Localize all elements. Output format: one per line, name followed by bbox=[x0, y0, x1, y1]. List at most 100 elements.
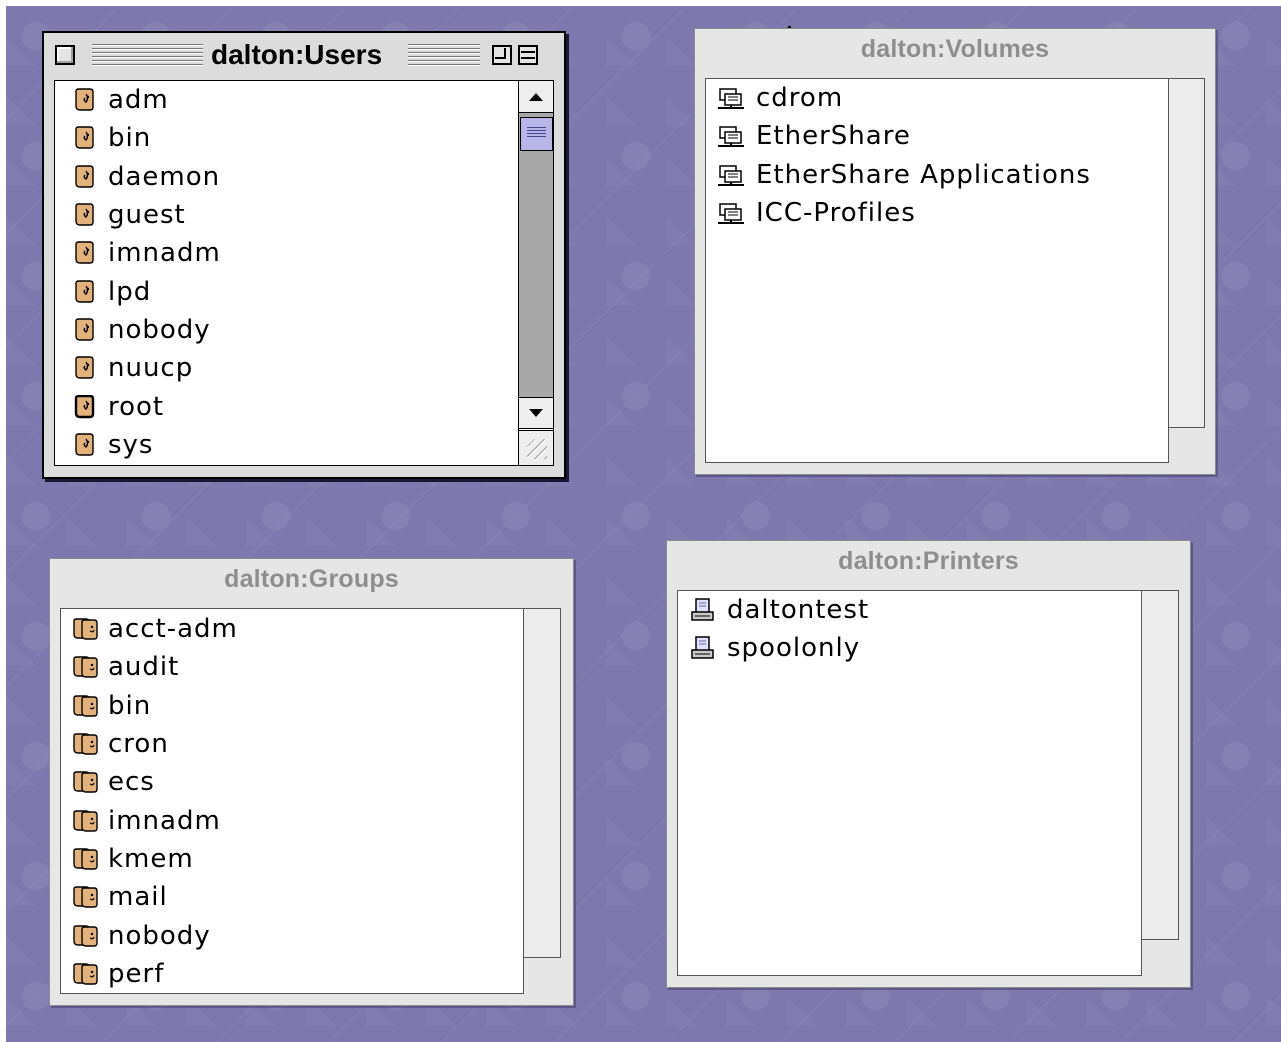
group-icon bbox=[72, 885, 100, 909]
user-icon bbox=[73, 318, 95, 342]
groups-window[interactable]: dalton:Groups acct-adm audit bin cron ecs imn… bbox=[49, 558, 574, 1006]
users-scrollbar[interactable] bbox=[518, 81, 553, 465]
list-item[interactable]: EtherShare bbox=[706, 117, 1168, 155]
list-item[interactable]: cdrom bbox=[706, 79, 1168, 117]
list-item[interactable]: bin bbox=[61, 687, 523, 725]
scroll-up-button[interactable] bbox=[519, 81, 553, 113]
list-item-label: kmem bbox=[108, 843, 194, 874]
network-volume-icon bbox=[716, 162, 746, 188]
list-item[interactable]: lpd bbox=[55, 272, 518, 310]
list-item[interactable]: daltontest bbox=[678, 591, 1141, 629]
list-item-label: nuucp bbox=[108, 353, 194, 384]
zoom-box[interactable] bbox=[492, 45, 512, 65]
list-item[interactable]: adm bbox=[55, 81, 518, 119]
printer-icon bbox=[690, 597, 716, 623]
volumes-list: cdrom EtherShare EtherShare Applications IC… bbox=[705, 78, 1169, 463]
group-icon bbox=[72, 617, 100, 641]
list-item[interactable]: bin bbox=[55, 119, 518, 157]
scroll-thumb[interactable] bbox=[520, 117, 553, 151]
user-icon bbox=[73, 356, 95, 380]
list-item[interactable]: imnadm bbox=[55, 234, 518, 272]
list-item[interactable]: ecs bbox=[61, 763, 523, 801]
group-icon bbox=[72, 732, 100, 756]
group-icon bbox=[72, 770, 100, 794]
group-icon bbox=[72, 924, 100, 948]
list-item-label: daemon bbox=[108, 161, 221, 192]
users-list: adm bin daemon guest imnadm lpd nobody nuucp roo… bbox=[54, 80, 554, 466]
list-item[interactable]: sys bbox=[55, 426, 518, 464]
list-item-label: bin bbox=[108, 690, 152, 721]
list-item-label: audit bbox=[108, 652, 180, 683]
user-icon bbox=[73, 241, 95, 265]
list-item-label: sys bbox=[108, 429, 154, 460]
groups-list: acct-adm audit bin cron ecs imnadm kmem mail nob… bbox=[60, 608, 524, 994]
network-volume-icon bbox=[716, 123, 746, 149]
window-title: dalton:Users bbox=[203, 39, 391, 71]
close-box[interactable] bbox=[55, 45, 75, 65]
user-icon bbox=[73, 126, 95, 150]
user-icon bbox=[73, 88, 95, 112]
user-icon bbox=[73, 279, 95, 304]
printers-titlebar[interactable]: dalton:Printers bbox=[667, 541, 1190, 581]
list-item[interactable]: kmem bbox=[61, 840, 523, 878]
window-title: dalton:Groups bbox=[224, 564, 399, 593]
list-item[interactable]: root bbox=[55, 387, 518, 425]
volumes-titlebar[interactable]: dalton:Volumes bbox=[695, 29, 1215, 69]
list-item-label: acct-adm bbox=[108, 614, 238, 645]
list-item[interactable]: guest bbox=[55, 196, 518, 234]
list-item-label: EtherShare bbox=[756, 121, 911, 152]
list-item[interactable]: imnadm bbox=[61, 801, 523, 839]
list-item-label: EtherShare Applications bbox=[756, 159, 1091, 190]
user-icon bbox=[73, 433, 95, 457]
desktop: dalton:Users adm bin daemon guest imnadm lpd n… bbox=[6, 6, 1281, 1042]
volumes-scrollbar[interactable] bbox=[1168, 78, 1205, 428]
volumes-window[interactable]: dalton:Volumes cdrom EtherShare EtherShare… bbox=[694, 28, 1216, 475]
scroll-down-arrow-icon bbox=[529, 409, 543, 417]
list-item[interactable]: audit bbox=[61, 648, 523, 686]
list-item-label: guest bbox=[108, 200, 186, 231]
groups-titlebar[interactable]: dalton:Groups bbox=[50, 559, 573, 599]
collapse-box[interactable] bbox=[518, 45, 538, 65]
list-item[interactable]: daemon bbox=[55, 158, 518, 196]
list-item-label: root bbox=[108, 391, 165, 422]
network-volume-icon bbox=[716, 85, 746, 111]
list-item[interactable]: spoolonly bbox=[678, 629, 1141, 667]
users-window[interactable]: dalton:Users adm bin daemon guest imnadm lpd n… bbox=[42, 31, 566, 479]
network-volume-icon bbox=[716, 200, 746, 226]
groups-scrollbar[interactable] bbox=[523, 608, 561, 958]
list-item[interactable]: mail bbox=[61, 878, 523, 916]
list-item[interactable]: nobody bbox=[61, 916, 523, 954]
scroll-down-button[interactable] bbox=[519, 397, 553, 429]
group-icon bbox=[72, 847, 100, 871]
list-item-label: adm bbox=[108, 85, 169, 116]
list-item-label: cron bbox=[108, 729, 169, 760]
list-item-label: ecs bbox=[108, 767, 155, 798]
size-box[interactable] bbox=[519, 430, 553, 465]
printers-list: daltontest spoolonly bbox=[677, 590, 1142, 976]
printers-scrollbar[interactable] bbox=[1141, 590, 1179, 940]
user-icon bbox=[73, 165, 95, 189]
group-icon bbox=[72, 962, 100, 986]
window-title: dalton:Printers bbox=[838, 546, 1019, 575]
list-item-label: ICC-Profiles bbox=[756, 198, 916, 229]
list-item[interactable]: ICC-Profiles bbox=[706, 194, 1168, 232]
scroll-track[interactable] bbox=[519, 113, 553, 397]
list-item[interactable]: perf bbox=[61, 955, 523, 993]
window-title: dalton:Volumes bbox=[860, 34, 1050, 63]
list-item[interactable]: cron bbox=[61, 725, 523, 763]
list-item[interactable]: nobody bbox=[55, 311, 518, 349]
list-item-label: nobody bbox=[108, 920, 211, 951]
list-item[interactable]: nuucp bbox=[55, 349, 518, 387]
list-item-label: imnadm bbox=[108, 238, 221, 269]
list-item-label: perf bbox=[108, 958, 165, 989]
list-item[interactable]: EtherShare Applications bbox=[706, 156, 1168, 194]
list-item-label: bin bbox=[108, 123, 152, 154]
printers-window[interactable]: dalton:Printers daltontest spoolonly bbox=[666, 540, 1191, 988]
list-item[interactable]: acct-adm bbox=[61, 610, 523, 648]
printer-icon bbox=[690, 635, 716, 661]
list-item-label: lpd bbox=[108, 276, 152, 307]
group-icon bbox=[72, 809, 100, 833]
list-item-label: nobody bbox=[108, 314, 211, 345]
user-icon bbox=[73, 394, 95, 419]
list-item-label: mail bbox=[108, 882, 168, 913]
